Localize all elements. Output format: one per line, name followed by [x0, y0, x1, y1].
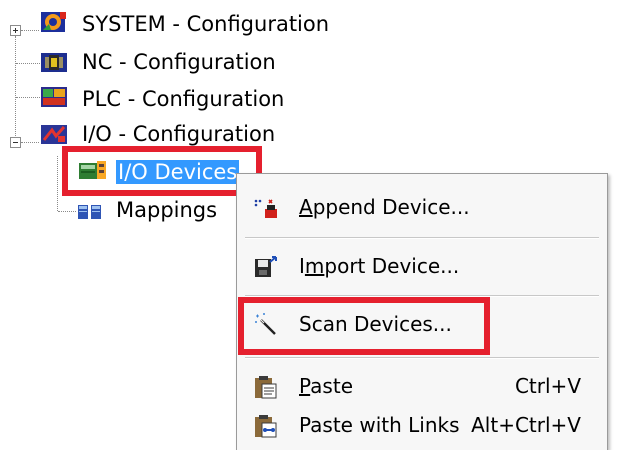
menu-item-append-device-label: Append Device...: [299, 195, 470, 219]
menu-item-append-device[interactable]: Append Device...: [239, 188, 605, 228]
system-config-icon: [40, 10, 70, 34]
tree-connector: [57, 156, 58, 211]
tree-connector: [15, 36, 16, 142]
tree-connector: [21, 30, 39, 31]
menu-item-paste-with-links-label: Paste with Links: [299, 413, 460, 437]
io-config-icon: [40, 122, 70, 146]
tree-item-system-configuration[interactable]: SYSTEM - Configuration: [82, 10, 329, 38]
tree-item-plc-configuration[interactable]: PLC - Configuration: [82, 85, 284, 113]
menu-item-paste-shortcut: Ctrl+V: [514, 374, 581, 398]
menu-item-import-device[interactable]: Import Device...: [239, 247, 605, 287]
menu-item-paste[interactable]: Paste Ctrl+V: [239, 367, 605, 407]
tree-connector: [58, 211, 76, 212]
nc-config-icon: [40, 50, 70, 74]
menu-item-import-device-label: Import Device...: [299, 254, 460, 278]
menu-separator: [245, 237, 599, 239]
collapse-toggle[interactable]: [10, 137, 21, 148]
menu-item-paste-with-links-shortcut: Alt+Ctrl+V: [471, 413, 581, 437]
tree-connector: [21, 142, 39, 143]
io-devices-highlight-box: [62, 146, 262, 196]
import-device-icon: [253, 254, 279, 280]
paste-with-links-icon: [253, 413, 279, 439]
tree-item-nc-configuration[interactable]: NC - Configuration: [82, 48, 276, 76]
tree-item-io-configuration[interactable]: I/O - Configuration: [82, 120, 275, 148]
tree-connector: [16, 97, 40, 98]
expand-toggle[interactable]: [10, 25, 21, 36]
menu-item-paste-label: Paste: [299, 374, 353, 398]
menu-separator: [245, 357, 599, 359]
append-device-icon: [253, 195, 279, 221]
menu-item-paste-with-links[interactable]: Paste with Links Alt+Ctrl+V: [239, 406, 605, 446]
paste-icon: [253, 374, 279, 400]
scan-devices-highlight-box: [238, 297, 490, 355]
tree-connector: [16, 63, 40, 64]
mappings-icon: [76, 199, 106, 223]
plc-config-icon: [40, 85, 70, 109]
tree-item-mappings[interactable]: Mappings: [116, 196, 217, 224]
